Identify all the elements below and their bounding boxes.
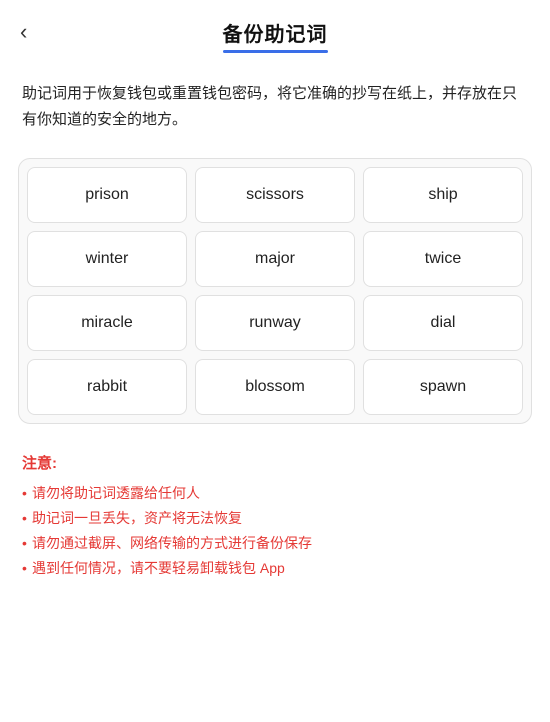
title-wrapper: 备份助记词	[223, 18, 328, 53]
header: ‹ 备份助记词	[0, 0, 550, 63]
mnemonic-cell: runway	[195, 295, 355, 351]
mnemonic-word: runway	[249, 314, 301, 332]
mnemonic-word: scissors	[246, 186, 304, 204]
mnemonic-cell: miracle	[27, 295, 187, 351]
notice-item: 遇到任何情况，请不要轻易卸载钱包 App	[22, 556, 528, 581]
mnemonic-cell: prison	[27, 167, 187, 223]
back-button[interactable]: ‹	[20, 21, 27, 43]
title-underline	[223, 50, 328, 53]
mnemonic-cell: spawn	[363, 359, 523, 415]
page-title: 备份助记词	[223, 18, 328, 47]
mnemonic-cell: blossom	[195, 359, 355, 415]
mnemonic-cell: rabbit	[27, 359, 187, 415]
description-text: 助记词用于恢复钱包或重置钱包密码，将它准确的抄写在纸上，并存放在只有你知道的安全…	[0, 63, 550, 144]
mnemonic-cell: winter	[27, 231, 187, 287]
mnemonic-grid: prison scissors ship winter major twice miracl…	[27, 167, 523, 415]
mnemonic-word: winter	[86, 250, 129, 268]
mnemonic-cell: twice	[363, 231, 523, 287]
mnemonic-cell: dial	[363, 295, 523, 351]
notice-title: 注意:	[22, 452, 528, 473]
notice-list: 请勿将助记词透露给任何人助记词一旦丢失，资产将无法恢复请勿通过截屏、网络传输的方…	[22, 481, 528, 582]
mnemonic-word: rabbit	[87, 378, 127, 396]
mnemonic-word: spawn	[420, 378, 466, 396]
mnemonic-word: miracle	[81, 314, 133, 332]
mnemonic-word: prison	[85, 186, 129, 204]
mnemonic-cell: scissors	[195, 167, 355, 223]
notice-item: 请勿通过截屏、网络传输的方式进行备份保存	[22, 531, 528, 556]
mnemonic-word: twice	[425, 250, 461, 268]
mnemonic-word: ship	[428, 186, 457, 204]
notice-item: 请勿将助记词透露给任何人	[22, 481, 528, 506]
mnemonic-grid-wrapper: prison scissors ship winter major twice miracl…	[18, 158, 532, 424]
mnemonic-cell: ship	[363, 167, 523, 223]
notice-item: 助记词一旦丢失，资产将无法恢复	[22, 506, 528, 531]
mnemonic-word: major	[255, 250, 295, 268]
mnemonic-word: blossom	[245, 378, 305, 396]
notice-section: 注意: 请勿将助记词透露给任何人助记词一旦丢失，资产将无法恢复请勿通过截屏、网络…	[0, 438, 550, 602]
mnemonic-word: dial	[431, 314, 456, 332]
mnemonic-cell: major	[195, 231, 355, 287]
